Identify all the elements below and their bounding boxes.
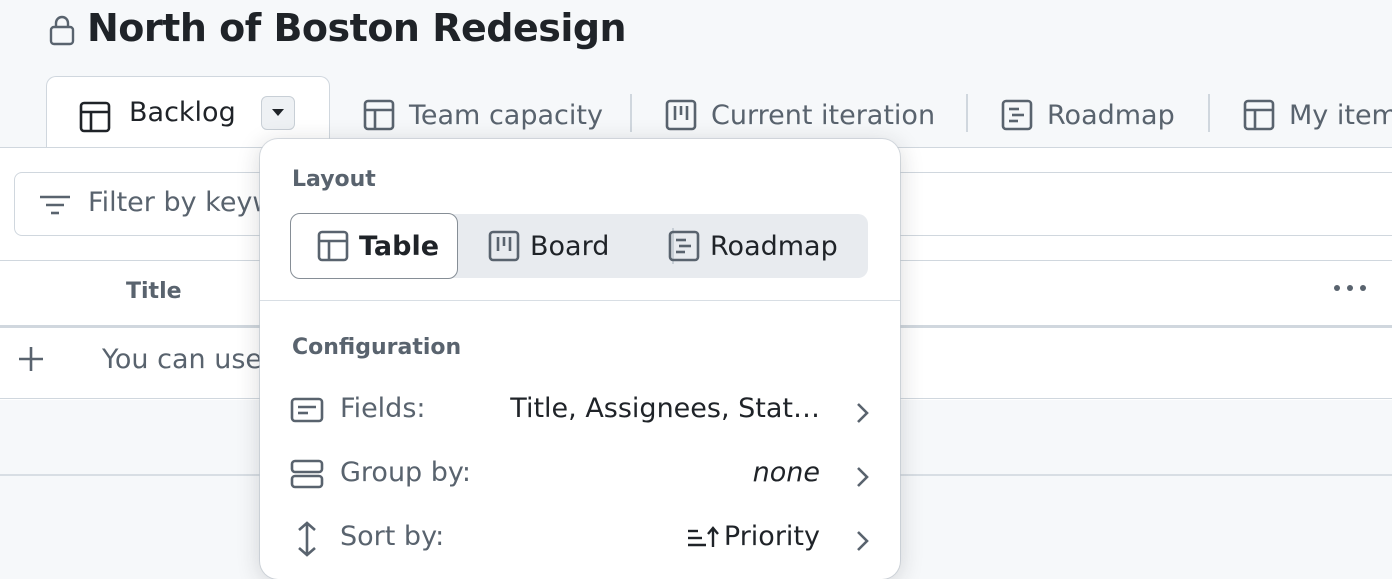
table-icon (317, 230, 349, 262)
group-by-value: none (752, 457, 820, 488)
board-icon (488, 230, 520, 262)
layout-option-label: Table (359, 230, 440, 262)
tab-roadmap[interactable]: Roadmap (1001, 96, 1175, 134)
chevron-right-icon (854, 401, 870, 425)
filter-icon (39, 195, 71, 215)
table-icon (79, 101, 111, 133)
view-options-menu: Layout Table Board Roadmap Configuration (260, 139, 900, 579)
column-header-title[interactable]: Title (126, 279, 182, 304)
board-icon (665, 99, 697, 131)
filter-placeholder: Filter by keyw (88, 187, 275, 218)
sort-by-value-text: Priority (723, 521, 820, 552)
lock-icon (48, 14, 76, 46)
layout-segmented-control: Table Board Roadmap (290, 213, 868, 279)
table-icon (363, 99, 395, 131)
group-by-option[interactable]: Group by: none (290, 451, 870, 501)
menu-divider (260, 300, 900, 301)
roadmap-icon (1001, 99, 1033, 131)
add-item-hint: You can use (102, 344, 262, 375)
fields-value: Title, Assignees, Stat… (510, 393, 820, 424)
fields-label: Fields: (340, 393, 426, 424)
chevron-right-icon (854, 529, 870, 553)
tab-team-capacity[interactable]: Team capacity (363, 96, 603, 134)
roadmap-icon (668, 230, 700, 262)
layout-option-label: Roadmap (710, 230, 838, 262)
tab-separator (630, 94, 632, 132)
tab-label: Backlog (129, 97, 236, 128)
layout-option-board[interactable]: Board (488, 214, 609, 278)
tab-label: My item (1289, 99, 1392, 131)
group-icon (290, 459, 324, 489)
fields-option[interactable]: Fields: Title, Assignees, Stat… (290, 387, 870, 437)
sort-arrows-icon (296, 521, 318, 557)
tab-current-iteration[interactable]: Current iteration (665, 96, 935, 134)
plus-icon (16, 344, 46, 374)
view-options-dropdown-button[interactable] (261, 96, 295, 130)
project-header: North of Boston Redesign Backlog Team ca… (0, 0, 1392, 151)
page-title: North of Boston Redesign (87, 6, 627, 50)
tab-label: Current iteration (711, 99, 936, 131)
layout-option-table[interactable]: Table (290, 213, 458, 279)
layout-option-label: Board (530, 230, 610, 262)
configuration-section-label: Configuration (292, 335, 462, 360)
sort-by-value: Priority (686, 521, 820, 552)
more-options-icon[interactable] (1332, 283, 1368, 293)
fields-icon (290, 395, 324, 425)
tab-separator (1208, 94, 1210, 132)
triangle-down-icon (272, 109, 284, 116)
chevron-right-icon (854, 465, 870, 489)
sort-ascending-icon (686, 525, 720, 549)
tab-label: Roadmap (1047, 99, 1175, 131)
tab-label: Team capacity (409, 99, 603, 131)
table-icon (1243, 99, 1275, 131)
layout-section-label: Layout (292, 167, 376, 192)
group-by-label: Group by: (340, 457, 472, 488)
layout-option-roadmap[interactable]: Roadmap (668, 214, 838, 278)
tab-separator (966, 94, 968, 132)
sort-by-label: Sort by: (340, 521, 445, 552)
tab-my-items[interactable]: My item (1243, 96, 1392, 134)
